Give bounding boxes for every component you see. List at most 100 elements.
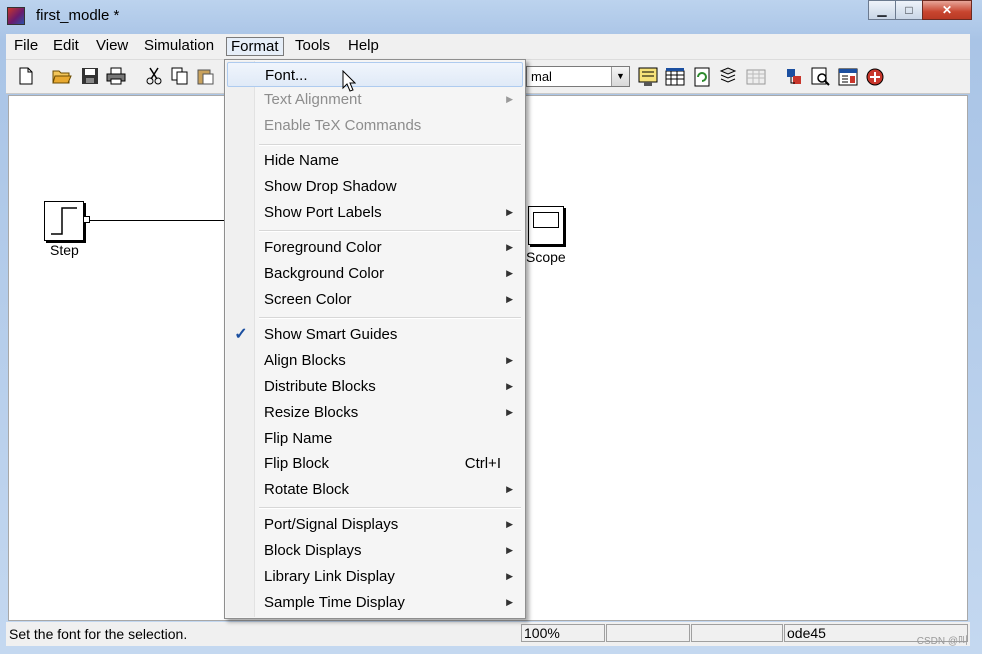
format-menu-dropdown: Font... Text Alignment ▶ Enable TeX Comm…	[224, 59, 526, 619]
simulation-mode-select[interactable]: mal ▼	[526, 66, 630, 87]
menu-item-port-signal-displays[interactable]: Port/Signal Displays ▶	[227, 512, 523, 537]
menu-item-align-blocks[interactable]: Align Blocks ▶	[227, 348, 523, 373]
build-icon[interactable]	[665, 67, 685, 87]
submenu-arrow-icon: ▶	[506, 381, 513, 391]
menu-item-flip-block[interactable]: Flip Block Ctrl+I	[227, 451, 523, 476]
menu-item-label: Sample Time Display	[264, 594, 405, 611]
status-cell-3	[691, 624, 783, 642]
menu-item-label: Library Link Display	[264, 568, 395, 585]
menu-item-library-link-display[interactable]: Library Link Display ▶	[227, 564, 523, 589]
paste-icon[interactable]	[196, 67, 216, 87]
scope-screen-icon	[533, 212, 559, 228]
menu-item-label: Enable TeX Commands	[264, 117, 422, 134]
menu-item-label: Hide Name	[264, 152, 340, 169]
submenu-arrow-icon: ▶	[506, 484, 513, 494]
menu-item-foreground-color[interactable]: Foreground Color ▶	[227, 235, 523, 260]
menu-edit[interactable]: Edit	[49, 37, 83, 56]
new-model-icon[interactable]	[16, 67, 36, 87]
library-browser-icon[interactable]	[746, 67, 766, 87]
menu-item-shortcut: Ctrl+I	[464, 455, 501, 472]
step-block-label[interactable]: Step	[50, 242, 79, 258]
menu-separator	[259, 144, 521, 146]
scope-block-label[interactable]: Scope	[526, 249, 566, 265]
submenu-arrow-icon: ▶	[506, 597, 513, 607]
menu-item-label: Resize Blocks	[264, 404, 359, 421]
status-message: Set the font for the selection.	[9, 626, 188, 642]
stop-icon[interactable]	[865, 67, 885, 87]
menu-item-resize-blocks[interactable]: Resize Blocks ▶	[227, 400, 523, 425]
menu-item-label: Flip Name	[264, 430, 333, 447]
window-title: first_modle *	[36, 7, 120, 24]
title-bar: first_modle * ▁ □ ✕	[0, 0, 982, 34]
submenu-arrow-icon: ▶	[506, 545, 513, 555]
submenu-arrow-icon: ▶	[506, 294, 513, 304]
maximize-button[interactable]: □	[895, 0, 923, 20]
simulation-mode-value: mal	[531, 69, 552, 84]
refresh-icon[interactable]	[718, 67, 738, 87]
menu-item-hide-name[interactable]: Hide Name	[227, 148, 523, 173]
menu-item-distribute-blocks[interactable]: Distribute Blocks ▶	[227, 374, 523, 399]
menu-item-label: Rotate Block	[264, 481, 350, 498]
menu-simulation[interactable]: Simulation	[140, 37, 218, 56]
menu-help[interactable]: Help	[344, 37, 383, 56]
zoom-level: 100%	[521, 624, 605, 642]
menu-item-text-alignment[interactable]: Text Alignment ▶	[227, 87, 523, 112]
menu-item-block-displays[interactable]: Block Displays ▶	[227, 538, 523, 563]
menu-item-label: Show Port Labels	[264, 204, 382, 221]
minimize-button[interactable]: ▁	[868, 0, 896, 20]
menu-item-enable-tex[interactable]: Enable TeX Commands	[227, 113, 523, 138]
submenu-arrow-icon: ▶	[506, 268, 513, 278]
menu-view[interactable]: View	[92, 37, 132, 56]
menu-tools[interactable]: Tools	[291, 37, 334, 56]
menu-item-label: Show Smart Guides	[264, 326, 398, 343]
simulink-app-icon	[7, 7, 25, 25]
model-advisor-icon[interactable]	[638, 67, 658, 87]
sample-time-icon[interactable]	[838, 67, 858, 87]
menu-item-label: Distribute Blocks	[264, 378, 376, 395]
menu-item-label: Show Drop Shadow	[264, 178, 397, 195]
submenu-arrow-icon: ▶	[506, 94, 513, 104]
model-explorer-icon[interactable]	[811, 67, 831, 87]
signal-line[interactable]	[89, 220, 225, 221]
menu-item-flip-name[interactable]: Flip Name	[227, 426, 523, 451]
menu-item-background-color[interactable]: Background Color ▶	[227, 261, 523, 286]
menu-item-label: Port/Signal Displays	[264, 516, 399, 533]
open-icon[interactable]	[52, 67, 72, 87]
status-bar: Set the font for the selection. 100% ode…	[6, 622, 970, 646]
menu-item-show-drop-shadow[interactable]: Show Drop Shadow	[227, 174, 523, 199]
submenu-arrow-icon: ▶	[506, 519, 513, 529]
menu-item-show-port-labels[interactable]: Show Port Labels ▶	[227, 200, 523, 225]
menu-separator	[259, 317, 521, 319]
scope-block[interactable]	[528, 206, 564, 245]
menu-item-sample-time-display[interactable]: Sample Time Display ▶	[227, 590, 523, 615]
copy-icon[interactable]	[170, 67, 190, 87]
checkmark-icon: ✓	[234, 326, 248, 343]
update-diagram-icon[interactable]	[692, 67, 712, 87]
menu-separator	[259, 230, 521, 232]
menu-item-screen-color[interactable]: Screen Color ▶	[227, 287, 523, 312]
menu-item-label: Screen Color	[264, 291, 352, 308]
submenu-arrow-icon: ▶	[506, 207, 513, 217]
menu-format[interactable]: Format	[226, 37, 284, 56]
debugger-icon[interactable]	[784, 67, 804, 87]
menu-item-rotate-block[interactable]: Rotate Block ▶	[227, 477, 523, 502]
submenu-arrow-icon: ▶	[506, 571, 513, 581]
menu-item-font[interactable]: Font...	[227, 62, 523, 87]
cut-icon[interactable]	[144, 67, 164, 87]
menu-separator	[259, 507, 521, 509]
menu-item-label: Font...	[265, 67, 308, 84]
print-icon[interactable]	[106, 67, 126, 87]
step-block[interactable]	[44, 201, 84, 241]
menu-item-label: Block Displays	[264, 542, 362, 559]
save-icon[interactable]	[80, 67, 100, 87]
close-button[interactable]: ✕	[922, 0, 972, 20]
menu-item-label: Align Blocks	[264, 352, 346, 369]
menu-item-label: Flip Block	[264, 455, 330, 472]
submenu-arrow-icon: ▶	[506, 355, 513, 365]
menu-file[interactable]: File	[10, 37, 42, 56]
menu-item-show-smart-guides[interactable]: ✓ Show Smart Guides	[227, 322, 523, 347]
watermark: CSDN @叫	[916, 636, 968, 647]
dropdown-arrow-icon[interactable]: ▼	[611, 67, 629, 86]
submenu-arrow-icon: ▶	[506, 242, 513, 252]
status-cell-2	[606, 624, 690, 642]
